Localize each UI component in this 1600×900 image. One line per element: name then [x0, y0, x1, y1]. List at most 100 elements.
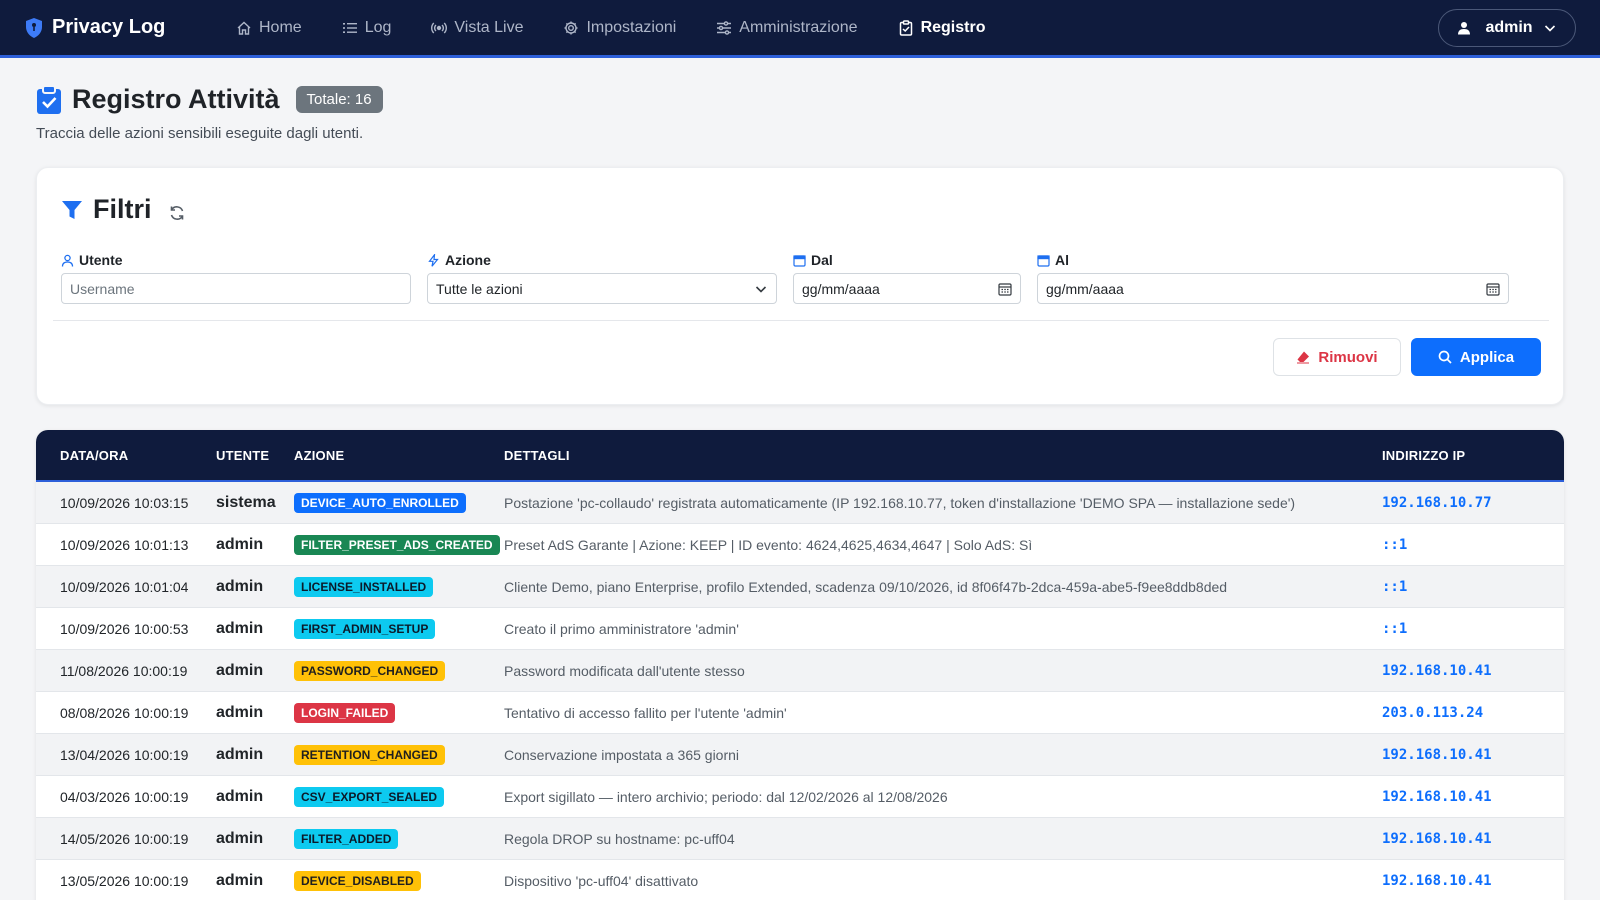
nav-item-vista-live[interactable]: Vista Live	[431, 19, 523, 37]
cell-action: LOGIN_FAILED	[294, 692, 396, 734]
total-badge: Totale: 16	[295, 86, 383, 113]
header-action[interactable]: AZIONE	[294, 448, 344, 463]
refresh-icon[interactable]	[168, 204, 186, 222]
action-select[interactable]: Tutte le azioni	[427, 273, 777, 304]
header-user[interactable]: UTENTE	[216, 448, 269, 463]
username-input[interactable]	[61, 273, 411, 304]
remove-filters-label: Rimuovi	[1318, 348, 1378, 366]
cell-date: 08/08/2026 10:00:19	[60, 705, 189, 721]
person-icon	[61, 254, 74, 267]
action-badge: RETENTION_CHANGED	[294, 745, 445, 765]
cell-details: Preset AdS Garante | Azione: KEEP | ID e…	[504, 537, 1033, 553]
nav-item-impostazioni[interactable]: Impostazioni	[563, 19, 676, 37]
header-date[interactable]: DATA/ORA	[60, 448, 128, 463]
nav-label-vista-live: Vista Live	[454, 18, 524, 36]
nav-item-registro[interactable]: Registro	[898, 19, 985, 37]
shield-icon	[26, 17, 42, 38]
cell-action: CSV_EXPORT_SEALED	[294, 776, 445, 818]
cell-user: admin	[216, 872, 264, 889]
clipboard-check-icon	[37, 84, 61, 114]
header-details[interactable]: DETTAGLI	[504, 448, 570, 463]
action-badge: FILTER_PRESET_ADS_CREATED	[294, 535, 500, 555]
from-date-input[interactable]: gg/mm/aaaa	[793, 273, 1021, 304]
cell-ip: ::1	[1382, 621, 1408, 637]
action-badge: PASSWORD_CHANGED	[294, 661, 446, 681]
user-name: admin	[1485, 19, 1533, 36]
action-filter-label-text: Azione	[445, 252, 491, 268]
header-ip[interactable]: INDIRIZZO IP	[1382, 448, 1465, 463]
to-date-value: gg/mm/aaaa	[1046, 280, 1124, 297]
to-date-label-text: Al	[1055, 252, 1069, 268]
nav-label-amministrazione: Amministrazione	[739, 18, 858, 36]
calendar-picker-icon[interactable]	[1486, 282, 1500, 296]
nav-label-log: Log	[364, 18, 392, 36]
cell-ip: 192.168.10.41	[1382, 789, 1492, 805]
action-badge: DEVICE_AUTO_ENROLLED	[294, 493, 466, 513]
table-row[interactable]: 10/09/2026 10:01:13 admin FILTER_PRESET_AD…	[36, 524, 1564, 566]
filter-title: Filtri	[93, 194, 152, 224]
action-badge: LICENSE_INSTALLED	[294, 577, 434, 597]
cell-user: admin	[216, 830, 264, 847]
user-icon	[1458, 22, 1471, 35]
cell-action: RETENTION_CHANGED	[294, 734, 445, 776]
action-select-value: Tutte le azioni	[436, 280, 523, 297]
to-date-label: Al	[1037, 252, 1069, 268]
table-row[interactable]: 10/09/2026 10:03:15 sistema DEVICE_AUTO_EN…	[36, 482, 1564, 524]
cell-user: admin	[216, 536, 264, 553]
activity-table: DATA/ORA UTENTE AZIONE DETTAGLI INDIRIZZ…	[36, 430, 1564, 900]
user-menu-button[interactable]: admin	[1438, 9, 1576, 47]
table-row[interactable]: 13/04/2026 10:00:19 admin RETENTION_CHANGE…	[36, 734, 1564, 776]
table-row[interactable]: 11/08/2026 10:00:19 admin PASSWORD_CHANGED…	[36, 650, 1564, 692]
cell-date: 10/09/2026 10:00:53	[60, 621, 189, 637]
brand[interactable]: Privacy Log	[24, 16, 204, 39]
cell-date: 13/04/2026 10:00:19	[60, 747, 189, 763]
from-date-value: gg/mm/aaaa	[802, 280, 880, 297]
funnel-icon	[62, 200, 82, 219]
page-subtitle: Traccia delle azioni sensibili eseguite …	[36, 125, 364, 142]
cell-ip: 192.168.10.77	[1382, 495, 1492, 511]
cell-details: Dispositivo 'pc-uff04' disattivato	[504, 873, 699, 889]
action-badge: FIRST_ADMIN_SETUP	[294, 619, 436, 639]
nav-item-amministrazione[interactable]: Amministrazione	[716, 18, 858, 37]
sliders-icon	[717, 20, 732, 35]
cell-details: Conservazione impostata a 365 giorni	[504, 747, 740, 763]
cell-user: admin	[216, 746, 264, 763]
user-filter-label-text: Utente	[79, 252, 123, 268]
cell-action: FILTER_ADDED	[294, 818, 399, 860]
brand-name: Privacy Log	[52, 16, 166, 38]
table-row[interactable]: 10/09/2026 10:00:53 admin FIRST_ADMIN_SETU…	[36, 608, 1564, 650]
table-row[interactable]: 10/09/2026 10:01:04 admin LICENSE_INSTALLE…	[36, 566, 1564, 608]
apply-filters-button[interactable]: Applica	[1411, 338, 1541, 376]
apply-filters-label: Applica	[1459, 348, 1515, 366]
nav-label-home: Home	[259, 18, 302, 36]
table-row[interactable]: 08/08/2026 10:00:19 admin LOGIN_FAILED Tent…	[36, 692, 1564, 734]
cell-date: 04/03/2026 10:00:19	[60, 789, 189, 805]
search-icon	[1438, 350, 1452, 364]
cell-ip: ::1	[1382, 579, 1408, 595]
table-row[interactable]: 14/05/2026 10:00:19 admin FILTER_ADDED Rego…	[36, 818, 1564, 860]
action-filter-label: Azione	[427, 252, 491, 268]
cell-action: FIRST_ADMIN_SETUP	[294, 608, 436, 650]
from-date-label: Dal	[793, 252, 833, 268]
table-row[interactable]: 13/05/2026 10:00:19 admin DEVICE_DISABLED D…	[36, 860, 1564, 900]
cell-details: Cliente Demo, piano Enterprise, profilo …	[504, 579, 1228, 595]
broadcast-icon	[431, 22, 448, 33]
cell-date: 14/05/2026 10:00:19	[60, 831, 189, 847]
table-header: DATA/ORA UTENTE AZIONE DETTAGLI INDIRIZZ…	[36, 430, 1564, 482]
nav-item-log[interactable]: Log	[342, 18, 392, 37]
table-row[interactable]: 04/03/2026 10:00:19 admin CSV_EXPORT_SEALE…	[36, 776, 1564, 818]
chevron-down-icon	[755, 285, 767, 293]
cell-date: 10/09/2026 10:01:13	[60, 537, 189, 553]
calendar-icon	[793, 254, 806, 267]
cell-action: LICENSE_INSTALLED	[294, 566, 434, 608]
calendar-picker-icon[interactable]	[998, 282, 1012, 296]
cell-user: admin	[216, 788, 264, 805]
cell-ip: 192.168.10.41	[1382, 663, 1492, 679]
remove-filters-button[interactable]: Rimuovi	[1273, 338, 1401, 376]
user-filter-label: Utente	[61, 252, 123, 268]
nav-item-home[interactable]: Home	[236, 19, 302, 37]
top-navbar: Privacy Log Home Log Vista Live Impostaz…	[0, 0, 1600, 58]
gear-icon	[564, 21, 578, 34]
to-date-input[interactable]: gg/mm/aaaa	[1037, 273, 1509, 304]
cell-user: admin	[216, 662, 264, 679]
